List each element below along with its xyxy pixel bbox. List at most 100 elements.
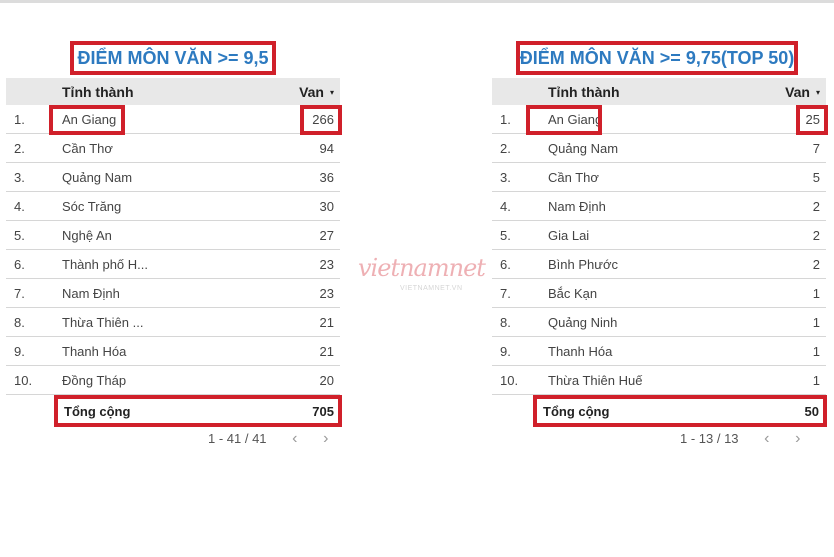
row-value: 23: [319, 257, 334, 272]
table-header: Tỉnh thành Van ▾: [6, 78, 340, 105]
row-value: 7: [812, 141, 820, 156]
table-row: 8. Quảng Ninh 1: [492, 308, 826, 337]
table-row: 4. Sóc Trăng 30: [6, 192, 340, 221]
row-rank: 1.: [14, 112, 25, 127]
table-row: 7. Nam Định 23: [6, 279, 340, 308]
row-rank: 2.: [500, 141, 511, 156]
row-value: 1: [812, 315, 820, 330]
row-rank: 10.: [500, 373, 519, 388]
row-rank: 7.: [14, 286, 25, 301]
row-value: 1: [812, 286, 820, 301]
row-rank: 3.: [14, 170, 25, 185]
row-province: Đồng Tháp: [62, 373, 127, 388]
table-title: ĐIỂM MÔN VĂN >= 9,5: [70, 41, 276, 75]
row-rank: 4.: [500, 199, 511, 214]
row-province: Cần Thơ: [548, 170, 599, 185]
chevron-right-icon[interactable]: ›: [323, 430, 328, 448]
chevron-right-icon[interactable]: ›: [795, 430, 800, 448]
table-row: 5. Gia Lai 2: [492, 221, 826, 250]
row-rank: 8.: [500, 315, 511, 330]
table-row: 2. Quảng Nam 7: [492, 134, 826, 163]
row-rank: 7.: [500, 286, 511, 301]
column-header-province[interactable]: Tỉnh thành: [62, 84, 134, 100]
row-province: Quảng Nam: [62, 170, 133, 185]
row-value: 30: [319, 199, 334, 214]
table-header: Tỉnh thành Van ▾: [492, 78, 826, 105]
highlight-box: [49, 105, 125, 135]
row-rank: 8.: [14, 315, 25, 330]
column-header-value[interactable]: Van ▾: [299, 84, 334, 100]
row-value: 23: [319, 286, 334, 301]
chevron-left-icon[interactable]: ‹: [764, 430, 769, 448]
table-row: 3. Quảng Nam 36: [6, 163, 340, 192]
total-value: 705: [312, 404, 334, 419]
table-row: 9. Thanh Hóa 21: [6, 337, 340, 366]
row-rank: 1.: [500, 112, 511, 127]
table-row: 10. Đồng Tháp 20: [6, 366, 340, 395]
table-body: 1. An Giang 25 2. Quảng Nam 7 3. Cần Thơ 5 4. N…: [492, 105, 828, 395]
total-value: 50: [804, 404, 819, 419]
row-province: Quảng Ninh: [548, 315, 618, 330]
row-rank: 9.: [500, 344, 511, 359]
highlight-box: [526, 105, 602, 135]
row-rank: 2.: [14, 141, 25, 156]
row-value: 1: [812, 373, 820, 388]
row-province: Quảng Nam: [548, 141, 619, 156]
top-border: [0, 0, 834, 3]
row-province: Sóc Trăng: [62, 199, 122, 214]
row-rank: 6.: [14, 257, 25, 272]
row-value: 20: [319, 373, 334, 388]
highlight-box: [796, 105, 828, 135]
row-province: Nam Định: [62, 286, 120, 301]
table-row: 7. Bắc Kạn 1: [492, 279, 826, 308]
row-province: Nam Định: [548, 199, 606, 214]
row-value: 21: [319, 344, 334, 359]
total-label: Tổng cộng: [64, 404, 131, 419]
column-header-province[interactable]: Tỉnh thành: [548, 84, 620, 100]
table-row: 3. Cần Thơ 5: [492, 163, 826, 192]
table-row: 2. Cần Thơ 94: [6, 134, 340, 163]
pagination-range: 1 - 13 / 13: [680, 431, 739, 446]
table-row: 9. Thanh Hóa 1: [492, 337, 826, 366]
total-row: Tổng cộng 50: [533, 395, 827, 427]
table-row: 4. Nam Định 2: [492, 192, 826, 221]
row-province: Thừa Thiên Huế: [548, 373, 643, 388]
row-value: 2: [812, 228, 820, 243]
table-body: 1. An Giang 266 2. Cần Thơ 94 3. Quảng Nam 36 …: [6, 105, 342, 395]
column-header-value[interactable]: Van ▾: [785, 84, 820, 100]
highlight-box: [300, 105, 342, 135]
row-value: 27: [319, 228, 334, 243]
sort-descending-icon[interactable]: ▾: [816, 88, 820, 97]
row-value: 2: [812, 199, 820, 214]
row-province: Thanh Hóa: [62, 344, 127, 359]
row-value: 5: [812, 170, 820, 185]
vietnamnet-watermark-logo: vietnamnet VIETNAMNET.VN: [358, 254, 486, 300]
row-province: Thanh Hóa: [548, 344, 613, 359]
row-rank: 5.: [500, 228, 511, 243]
total-label: Tổng cộng: [543, 404, 610, 419]
total-row: Tổng cộng 705: [54, 395, 342, 427]
row-value: 2: [812, 257, 820, 272]
row-rank: 6.: [500, 257, 511, 272]
watermark-brand: vietnamnet: [358, 254, 486, 282]
row-rank: 3.: [500, 170, 511, 185]
pagination: 1 - 13 / 13 ‹ ›: [680, 430, 800, 448]
table-row: 6. Bình Phước 2: [492, 250, 826, 279]
chevron-left-icon[interactable]: ‹: [292, 430, 297, 448]
row-province: Bắc Kạn: [548, 286, 598, 301]
table-row: 6. Thành phố H... 23: [6, 250, 340, 279]
pagination: 1 - 41 / 41 ‹ ›: [208, 430, 328, 448]
row-province: Cần Thơ: [62, 141, 113, 156]
row-rank: 5.: [14, 228, 25, 243]
table-row: 5. Nghệ An 27: [6, 221, 340, 250]
sort-descending-icon[interactable]: ▾: [330, 88, 334, 97]
table-row: 8. Thừa Thiên ... 21: [6, 308, 340, 337]
row-province: Thành phố H...: [62, 257, 148, 272]
row-province: Gia Lai: [548, 228, 590, 243]
row-province: Nghệ An: [62, 228, 112, 243]
table-row: 1. An Giang 266: [6, 105, 342, 135]
row-value: 21: [319, 315, 334, 330]
watermark-url: VIETNAMNET.VN: [400, 285, 463, 292]
row-rank: 9.: [14, 344, 25, 359]
row-value: 1: [812, 344, 820, 359]
